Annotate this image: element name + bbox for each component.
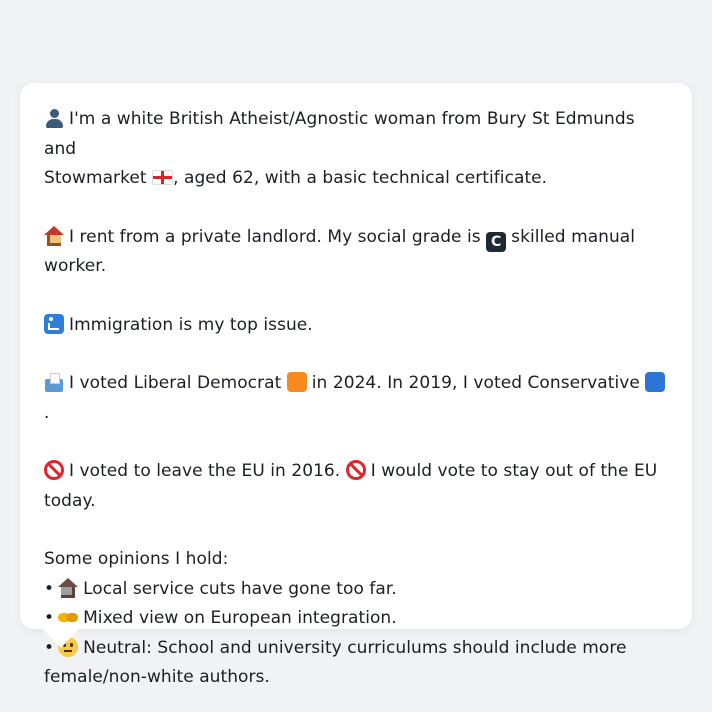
vote-paragraph: I voted Liberal Democrat in 2024. In 201… bbox=[44, 369, 668, 428]
intro-line-1: I'm a white British Atheist/Agnostic wom… bbox=[44, 105, 668, 164]
vote-text-a: I voted Liberal Democrat bbox=[69, 373, 282, 393]
bullet: • bbox=[44, 608, 55, 628]
intro-line-2: Stowmarket , aged 62, with a basic techn… bbox=[44, 164, 668, 194]
opinion-item: • Local service cuts have gone too far. bbox=[44, 575, 668, 605]
opinions-paragraph: Some opinions I hold: • Local service cut… bbox=[44, 545, 668, 693]
opinion-item: • Mixed view on European integration. bbox=[44, 604, 668, 634]
eu-line-1: I voted to leave the EU in 2016. I would… bbox=[44, 457, 668, 487]
orange-square-icon bbox=[286, 372, 307, 392]
housing-paragraph: I rent from a private landlord. My socia… bbox=[44, 223, 668, 282]
issue-line: Immigration is my top issue. bbox=[44, 311, 668, 341]
intro-text-2: , aged 62, with a basic technical certif… bbox=[173, 168, 548, 188]
eu-text-b: I would vote to stay out of the EU bbox=[370, 461, 658, 481]
intro-paragraph: I'm a white British Atheist/Agnostic wom… bbox=[44, 105, 668, 194]
derelict-house-icon bbox=[58, 577, 79, 598]
housing-text-a: I rent from a private landlord. My socia… bbox=[69, 226, 481, 247]
eu-text-c: today. bbox=[44, 490, 96, 511]
england-flag-icon bbox=[152, 170, 174, 185]
intro-text-1: I'm a white British Atheist/Agnostic wom… bbox=[44, 109, 635, 159]
house-icon bbox=[44, 225, 64, 246]
passport-control-icon bbox=[44, 313, 64, 334]
intro-town: Stowmarket bbox=[44, 168, 147, 188]
bullet: • bbox=[44, 578, 55, 599]
message-content: I'm a white British Atheist/Agnostic wom… bbox=[44, 105, 668, 693]
eu-line-2: today. bbox=[44, 487, 668, 517]
opinion-text: Mixed view on European integration. bbox=[83, 608, 397, 628]
eu-text-a: I voted to leave the EU in 2016. bbox=[69, 461, 341, 481]
vote-line: I voted Liberal Democrat in 2024. In 201… bbox=[44, 369, 668, 428]
opinion-text: Local service cuts have gone too far. bbox=[83, 578, 397, 599]
bubble-tail bbox=[42, 628, 80, 648]
boxed-c-icon: C bbox=[486, 231, 507, 252]
issue-paragraph: Immigration is my top issue. bbox=[44, 311, 668, 341]
opinions-heading: Some opinions I hold: bbox=[44, 549, 229, 569]
vote-text-b: in 2024. In 2019, I voted Conservative bbox=[311, 373, 640, 393]
message-bubble: I'm a white British Atheist/Agnostic wom… bbox=[20, 83, 692, 687]
eu-paragraph: I voted to leave the EU in 2016. I would… bbox=[44, 457, 668, 516]
bust-in-silhouette-icon bbox=[44, 108, 64, 128]
opinion-text: Neutral: School and university curriculu… bbox=[83, 637, 627, 658]
handshake-icon bbox=[58, 607, 79, 627]
opinion-item-continued: female/non-white authors. bbox=[44, 667, 270, 687]
blue-square-icon bbox=[645, 372, 666, 392]
vote-text-c: . bbox=[44, 402, 50, 423]
opinion-item: • Neutral: School and university curricul… bbox=[44, 634, 668, 664]
prohibited-icon bbox=[44, 460, 64, 480]
ballot-box-icon bbox=[44, 372, 64, 392]
prohibited-icon bbox=[345, 460, 366, 480]
top-issue-text: Immigration is my top issue. bbox=[69, 314, 313, 335]
housing-line: I rent from a private landlord. My socia… bbox=[44, 223, 668, 282]
